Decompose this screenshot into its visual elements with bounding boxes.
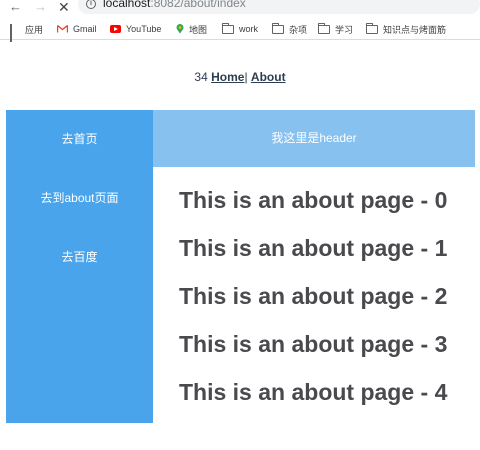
bookmark-label: Gmail [73,24,97,34]
bookmark-label: 知识点与烤面筋 [383,24,447,35]
bookmark-label: work [239,24,259,34]
address-bar[interactable]: i localhost:8082/about/index [78,0,480,14]
url-path: :8082/about/index [150,0,246,10]
bookmark-gmail[interactable]: Gmail [56,22,97,36]
site-info-icon[interactable]: i [86,0,96,9]
bookmark-label: 地图 [189,24,208,35]
sidebar-item-baidu[interactable]: 去百度 [6,248,153,265]
app-layout: 去首页 去到about页面 去百度 我这里是header This is an … [6,110,475,423]
nav-separator: | [244,70,248,84]
page-header: 我这里是header [153,110,475,167]
sidebar-item-about[interactable]: 去到about页面 [6,189,153,206]
forward-arrow-icon[interactable]: → [34,0,47,14]
maps-icon [176,24,184,34]
folder-icon [222,22,234,34]
about-link[interactable]: About [251,70,286,84]
bookmark-folder-misc[interactable]: 杂项 [272,22,307,36]
bookmark-youtube[interactable]: YouTube [110,22,161,36]
browser-toolbar: ← → ✕ i localhost:8082/about/index [0,0,480,18]
gmail-icon [56,24,69,33]
bookmark-folder-notes[interactable]: 知识点与烤面筋 [366,22,446,36]
router-nav: 34 Home| About [0,70,480,84]
bookmarks-bar: 应用 Gmail YouTube 地图 work 杂项 学习 知识点与烤面筋 [0,18,480,42]
url-text[interactable]: localhost:8082/about/index [103,0,246,10]
folder-icon [272,22,284,34]
about-heading: This is an about page - 1 [179,235,448,261]
bookmark-label: YouTube [126,24,162,34]
apps-icon [10,24,20,42]
youtube-icon [110,25,121,33]
folder-icon [318,22,330,34]
url-host: localhost [103,0,151,10]
stop-loading-icon[interactable]: ✕ [58,0,70,14]
counter-value: 34 [194,70,208,84]
bookmark-label: 应用 [25,24,44,35]
folder-icon [366,22,378,34]
main-content: This is an about page - 0 This is an abo… [153,167,475,423]
about-heading: This is an about page - 0 [179,187,448,213]
about-heading: This is an about page - 4 [179,379,448,405]
bookmark-apps[interactable]: 应用 [10,22,44,42]
home-link[interactable]: Home [211,70,244,84]
about-heading: This is an about page - 3 [179,331,448,357]
bookmark-folder-study[interactable]: 学习 [318,22,353,36]
back-arrow-icon[interactable]: ← [9,0,22,14]
bookmark-folder-work[interactable]: work [222,22,258,36]
about-heading: This is an about page - 2 [179,283,448,309]
sidebar: 去首页 去到about页面 去百度 [6,110,153,423]
bookmark-label: 学习 [335,24,354,35]
bookmark-maps[interactable]: 地图 [176,22,207,36]
bookmark-label: 杂项 [289,24,308,35]
sidebar-item-home[interactable]: 去首页 [6,130,153,147]
